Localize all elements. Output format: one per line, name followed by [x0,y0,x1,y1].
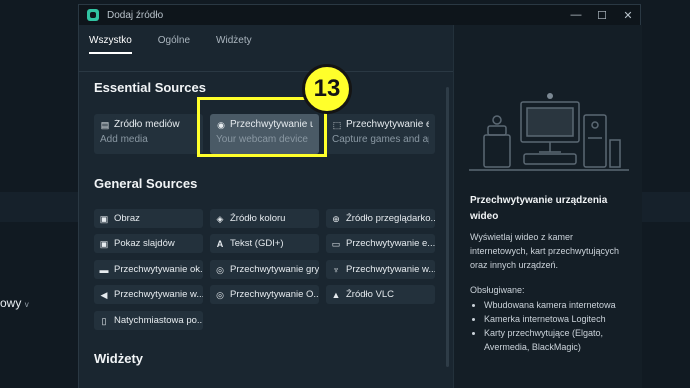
source-overwolf-capture[interactable]: ◎ Przechwytywanie O... [210,285,319,304]
general-sources-heading: General Sources [94,176,198,191]
supported-list: Wbudowana kamera internetowa Kamerka int… [484,299,634,355]
source-image[interactable]: ▣ Obraz [94,209,203,228]
video-capture-illustration-icon [469,93,629,171]
source-audio-input-capture[interactable]: ♆ Przechwytywanie w... [326,260,435,279]
source-slideshow[interactable]: ▣ Pokaz slajdów [94,234,203,253]
streamlabs-app-icon [87,9,99,21]
monitor-icon: ▭ [331,238,341,249]
gamepad-icon: ◎ [216,264,224,275]
source-detail-panel: Przechwytywanie urządzenia wideo Wyświet… [453,25,642,388]
list-item: Wbudowana kamera internetowa [484,299,634,313]
speaker-icon: ◀ [100,289,108,300]
source-window-capture[interactable]: ▬ Przechwytywanie ok... [94,260,203,279]
card-label: Przechwytywanie ek... [346,119,429,130]
vlc-icon: ▲ [331,289,341,300]
paint-bucket-icon: ◈ [216,213,224,224]
screen-capture-icon: ⬚ [332,119,342,130]
detail-title: Przechwytywanie urządzenia wideo [470,195,608,222]
tab-widgets[interactable]: Widżety [216,35,252,54]
source-instant-replay[interactable]: ▯ Natychmiastowa po... [94,311,203,330]
source-display-capture[interactable]: ▭ Przechwytywanie e... [326,234,435,253]
card-description: Add media [100,134,148,145]
source-game-capture[interactable]: ◎ Przechwytywanie gry [210,260,319,279]
widgets-heading: Widżety [94,351,143,366]
text-icon: A [216,238,224,249]
scrollbar[interactable] [446,87,449,367]
background-label: owy v [0,296,29,310]
list-item: Karty przechwytujące (Elgato, Avermedia,… [484,327,634,355]
supported-label: Obsługiwane: [470,285,525,295]
list-item: Kamerka internetowa Logitech [484,313,634,327]
source-text[interactable]: A Tekst (GDI+) [210,234,319,253]
tab-divider [79,71,453,72]
microphone-icon: ♆ [332,264,340,275]
maximize-button[interactable]: ☐ [596,9,608,22]
source-browser[interactable]: ⊕ Źródło przeglądarko... [326,209,435,228]
tab-all[interactable]: Wszystko [89,35,132,54]
card-label: Źródło mediów [114,119,180,130]
media-file-icon: ▤ [100,119,110,130]
source-card-screen-capture[interactable]: ⬚ Przechwytywanie ek... Capture games and… [326,114,435,154]
window-title: Dodaj źródło [107,9,164,21]
essential-sources-heading: Essential Sources [94,80,206,95]
annotation-highlight-box [197,97,327,157]
source-card-media[interactable]: ▤ Źródło mediów Add media [94,114,203,154]
image-icon: ▣ [99,213,109,224]
gamepad-icon: ◎ [216,289,224,300]
annotation-step-badge: 13 [302,64,352,114]
document-icon: ▯ [101,315,107,326]
source-audio-output-capture[interactable]: ◀ Przechwytywanie w... [94,285,203,304]
card-description: Capture games and apps [332,134,429,145]
close-button[interactable]: ✕ [622,9,634,22]
window-icon: ▬ [99,264,109,275]
add-source-dialog: Dodaj źródło — ☐ ✕ Wszystko Ogólne Widże… [78,4,642,388]
slideshow-icon: ▣ [99,238,109,249]
source-vlc[interactable]: ▲ Źródło VLC [326,285,435,304]
title-bar: Dodaj źródło — ☐ ✕ [79,5,640,25]
source-color[interactable]: ◈ Źródło koloru [210,209,319,228]
tab-bar: Wszystko Ogólne Widżety [89,35,252,54]
background-panel-right [642,192,690,222]
background-panel [0,192,78,222]
tab-general[interactable]: Ogólne [158,35,190,54]
sources-panel: Wszystko Ogólne Widżety Essential Source… [79,25,453,388]
minimize-button[interactable]: — [570,9,582,21]
globe-icon: ⊕ [332,213,340,224]
detail-description: Wyświetlaj wideo z kamer internetowych, … [470,232,620,270]
